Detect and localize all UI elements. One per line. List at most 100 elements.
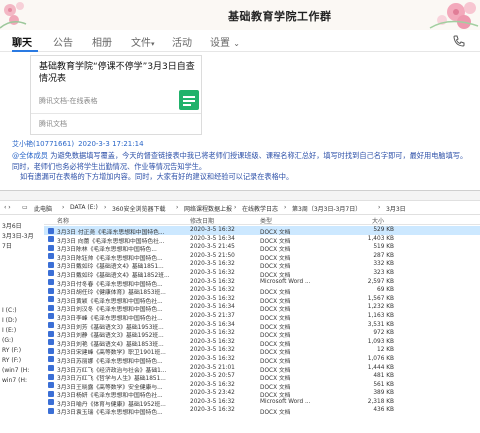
file-date: 2020-3-5 16:32 bbox=[190, 295, 235, 302]
shared-doc-card[interactable]: 基础教育学院“停课不停学”3月3日自查情况表 腾讯文档-在线表格 腾讯文档 bbox=[30, 55, 202, 135]
table-row[interactable]: 3月3日陈林《毛泽东思想和中国特色... 2020-3-5 21:45 DOCX 文… bbox=[44, 243, 480, 253]
message-body: @全体成员 为避免数据填写覆盖，今天的督查链接表中我已将老师们授课班级、课程名称… bbox=[12, 150, 472, 172]
phone-icon[interactable] bbox=[452, 34, 466, 48]
breadcrumb[interactable]: DATA (E:) bbox=[70, 204, 98, 211]
doc-source: 腾讯文档 bbox=[39, 120, 67, 128]
tab-settings-label: 设置 bbox=[210, 38, 230, 49]
file-size: 1,232 KB bbox=[367, 304, 394, 311]
sidebar-item[interactable]: (G:) bbox=[2, 337, 13, 344]
breadcrumb-separator: › bbox=[284, 204, 287, 211]
table-row[interactable]: 3月3日付冬春《毛泽东思想和中国特色... 2020-3-5 16:32 Micro… bbox=[44, 278, 480, 288]
column-type[interactable]: 类型 bbox=[260, 216, 272, 225]
tab-album[interactable]: 相册 bbox=[92, 34, 112, 49]
file-date: 2020-3-5 16:32 bbox=[190, 278, 235, 285]
breadcrumb[interactable]: 第3周（3月3日-3月7日） bbox=[292, 204, 361, 213]
file-date: 2020-3-5 16:34 bbox=[190, 235, 235, 242]
group-header: 基础教育学院工作群 bbox=[0, 0, 480, 30]
breadcrumb[interactable]: 在线教学日志 bbox=[242, 204, 278, 213]
sidebar-item[interactable]: I (C:) bbox=[2, 307, 17, 314]
file-date: 2020-3-5 16:32 bbox=[190, 269, 235, 276]
breadcrumb[interactable]: 此电脑 bbox=[34, 204, 52, 213]
tab-chat[interactable]: 聊天 bbox=[12, 34, 32, 49]
table-row[interactable]: 3月3日杨妍《毛泽东思想和中国特色社... 2020-3-5 23:42 DOCX … bbox=[44, 389, 480, 399]
table-row[interactable]: 3月3日胡任玲《健康体育》基础1853班... 2020-3-5 16:32 DOC… bbox=[44, 286, 480, 296]
file-size: 436 KB bbox=[373, 407, 394, 414]
breadcrumb-separator: › bbox=[62, 204, 65, 211]
table-row[interactable]: 3月3日陈钰帅《毛泽东思想和中国特色... 2020-3-5 21:50 DOCX … bbox=[44, 252, 480, 262]
tab-settings[interactable]: 设置 ⌄ bbox=[210, 34, 240, 49]
sidebar-item[interactable]: RY (F:) bbox=[2, 347, 21, 354]
flower-icon bbox=[0, 2, 27, 29]
column-size[interactable]: 大小 bbox=[372, 216, 384, 225]
table-row[interactable]: 3月3日苏丽娜《毛泽东思想和中国特色... 2020-3-5 16:32 DOCX … bbox=[44, 355, 480, 365]
sidebar-item[interactable]: RY (F:) bbox=[2, 357, 21, 364]
breadcrumb[interactable]: 网络课程数据上报 bbox=[184, 204, 232, 213]
address-bar[interactable]: ‹ › ▭ 此电脑 › DATA (E:) › 360安全浏览器下载 › 网络课… bbox=[0, 201, 480, 215]
tab-files[interactable]: 文件▾ bbox=[131, 34, 155, 49]
file-size: 519 KB bbox=[373, 244, 394, 251]
column-name[interactable]: 名称 bbox=[57, 216, 69, 225]
word-doc-icon bbox=[48, 373, 54, 380]
nav-arrows[interactable]: ‹ › bbox=[4, 204, 11, 211]
sidebar-item[interactable]: 7日 bbox=[2, 241, 12, 250]
file-size: 1,163 KB bbox=[367, 312, 394, 319]
file-size: 1,403 KB bbox=[367, 235, 394, 242]
sidebar-item[interactable]: (win7 (H: bbox=[2, 367, 29, 374]
file-date: 2020-3-5 16:32 bbox=[190, 287, 235, 294]
sender-name[interactable]: 艾小艳(10771661) bbox=[12, 140, 74, 148]
chevron-down-icon: ▾ bbox=[151, 40, 155, 48]
file-size: 529 KB bbox=[373, 227, 394, 233]
table-row[interactable]: 3月3日刘汉冬《毛泽东思想和中国特色... 2020-3-5 16:34 DOCX … bbox=[44, 303, 480, 313]
pc-icon: ▭ bbox=[22, 204, 28, 211]
tab-activity[interactable]: 活动 bbox=[172, 34, 192, 49]
message-text: 为避免数据填写覆盖，今天的督查链接表中我已将老师们授课班级、课程名称汇总好，填写… bbox=[12, 151, 468, 171]
word-doc-icon bbox=[48, 244, 54, 251]
table-row[interactable]: 3月3日 付正尧《毛泽东思想和中国特色... 2020-3-5 16:32 DOCX… bbox=[44, 226, 480, 236]
sidebar-item[interactable]: 3月3日-3月 bbox=[2, 231, 34, 240]
explorer-sidebar: 3月6日 3月3日-3月 7日 I (C:) I (D:) I (E:) (G:… bbox=[0, 215, 40, 433]
table-row[interactable]: 3月3日喻丹《体育与健康》基础1952班... 2020-3-5 16:32 Mic… bbox=[44, 398, 480, 408]
table-row[interactable]: 3月3日万红飞《哲学与人生》基础1851... 2020-3-5 20:57 DOC… bbox=[44, 372, 480, 382]
table-row[interactable]: 3月3日黄颖《毛泽东思想和中国特色社... 2020-3-5 16:32 DOCX … bbox=[44, 295, 480, 305]
breadcrumb-separator: › bbox=[104, 204, 107, 211]
file-date: 2020-3-5 16:32 bbox=[190, 261, 235, 268]
file-size: 1,567 KB bbox=[367, 295, 394, 302]
table-row[interactable]: 3月3日万红飞《经济政治与社会》基础1... 2020-3-5 21:01 DOCX… bbox=[44, 364, 480, 374]
file-size: 323 KB bbox=[373, 269, 394, 276]
table-row[interactable]: 3月3日刘艳《基础语文4》基础1853班... 2020-3-5 16:32 DOC… bbox=[44, 338, 480, 348]
file-date: 2020-3-5 21:01 bbox=[190, 364, 235, 371]
file-size: 1,444 KB bbox=[367, 364, 394, 371]
word-doc-icon bbox=[48, 382, 54, 389]
word-doc-icon bbox=[48, 227, 54, 234]
sidebar-item[interactable]: 3月6日 bbox=[2, 221, 22, 230]
file-size: 1,076 KB bbox=[367, 355, 394, 362]
table-row[interactable]: 3月3日李峰《毛泽东思想和中国特色社... 2020-3-5 21:37 DOCX … bbox=[44, 312, 480, 322]
file-size: 1,093 KB bbox=[367, 338, 394, 345]
file-date: 2020-3-5 16:32 bbox=[190, 338, 235, 345]
word-doc-icon bbox=[48, 365, 54, 371]
doc-title: 基础教育学院“停课不停学”3月3日自查情况表 bbox=[39, 62, 195, 84]
word-doc-icon bbox=[48, 339, 54, 346]
sidebar-item[interactable]: I (D:) bbox=[2, 317, 17, 324]
sidebar-item[interactable]: I (E:) bbox=[2, 327, 16, 334]
column-date[interactable]: 修改日期 bbox=[190, 216, 214, 225]
table-row[interactable]: 3月3日 向蕾《毛泽东思想和中国特色社... 2020-3-5 16:34 DOCX… bbox=[44, 235, 480, 245]
tab-announcement[interactable]: 公告 bbox=[53, 34, 73, 49]
mention-all[interactable]: @全体成员 bbox=[12, 151, 48, 160]
breadcrumb-separator: › bbox=[378, 204, 381, 211]
table-row[interactable]: 3月3日袁玉瑞《毛泽东思想和中国特色... 2020-3-5 16:32 DOCX … bbox=[44, 406, 480, 416]
word-doc-icon bbox=[48, 399, 54, 406]
table-row[interactable]: 3月3日王晓露《高等数学》安全健康与... 2020-3-5 16:32 DOCX … bbox=[44, 381, 480, 391]
word-doc-icon bbox=[48, 270, 54, 277]
file-date: 2020-3-5 16:34 bbox=[190, 321, 235, 328]
table-row[interactable]: 3月3日刘静《基础语文3》基础1952班... 2020-3-5 16:32 DOC… bbox=[44, 329, 480, 339]
breadcrumb[interactable]: 3月3日 bbox=[386, 204, 406, 213]
table-row[interactable]: 3月3日戴如玲《基础语文4》基础1852班... 2020-3-5 16:32 DO… bbox=[44, 269, 480, 279]
table-row[interactable]: 3月3日刘芳《基础语文3》基础1953班... 2020-3-5 16:34 DOC… bbox=[44, 321, 480, 331]
flower-icon bbox=[429, 2, 479, 29]
table-row[interactable]: 3月3日戴如玲《基础语文4》基础1851... 2020-3-5 16:32 DOC… bbox=[44, 260, 480, 270]
sidebar-item[interactable]: win7 (H: bbox=[2, 377, 27, 384]
breadcrumb[interactable]: 360安全浏览器下载 bbox=[112, 204, 165, 213]
table-row[interactable]: 3月3日宋建峰《高等数学》职卫1901班... 2020-3-5 16:32 DOC… bbox=[44, 346, 480, 356]
word-doc-icon bbox=[48, 313, 54, 320]
